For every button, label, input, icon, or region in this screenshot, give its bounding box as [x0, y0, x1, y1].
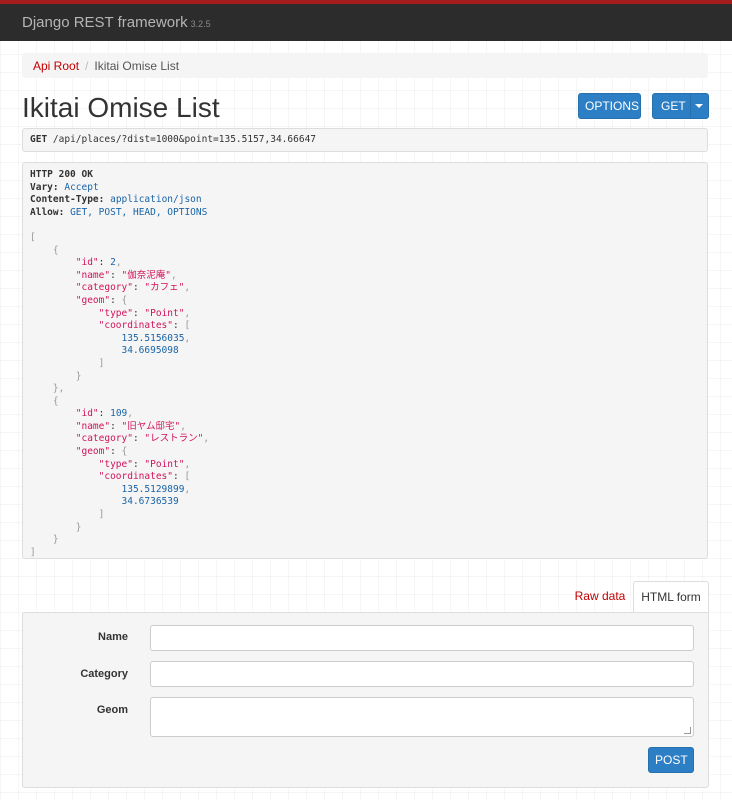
- get-dropdown-toggle[interactable]: [690, 94, 708, 118]
- page-title: Ikitai Omise List: [22, 92, 220, 123]
- tab-raw-data[interactable]: Raw data: [567, 581, 633, 612]
- response-status: HTTP 200 OK: [30, 169, 93, 180]
- header-value: Accept: [64, 181, 99, 193]
- brand-name: Django REST framework: [22, 14, 188, 31]
- json-value: "Point": [144, 458, 185, 470]
- json-value: 135.5129899: [121, 483, 185, 495]
- json-value: "Point": [144, 307, 185, 319]
- json-value: "カフェ": [144, 282, 185, 294]
- json-value: "旧ヤム邸宅": [121, 420, 181, 432]
- request-info: GET /api/places/?dist=1000&point=135.515…: [22, 128, 708, 152]
- get-button[interactable]: GET: [652, 93, 709, 119]
- json-key: "coordinates": [98, 320, 173, 332]
- json-value: 135.5156035: [121, 332, 185, 344]
- get-button-label: GET: [661, 99, 686, 113]
- json-key: "id": [75, 257, 99, 269]
- json-key: "category": [75, 282, 133, 294]
- json-value: "レストラン": [144, 433, 204, 445]
- json-key: "name": [75, 269, 111, 281]
- category-input[interactable]: [150, 661, 694, 687]
- breadcrumb-api-root[interactable]: Api Root: [33, 59, 79, 73]
- brand[interactable]: Django REST framework 3.2.5: [22, 14, 211, 31]
- request-method: GET: [30, 134, 48, 145]
- tab-html-form[interactable]: HTML form: [633, 581, 709, 613]
- json-key: "id": [75, 408, 99, 420]
- version-label: 3.2.5: [190, 19, 211, 29]
- json-value: 34.6736539: [121, 496, 179, 508]
- name-input[interactable]: [150, 625, 694, 651]
- header-value: application/json: [110, 194, 202, 206]
- header-name: Allow:: [30, 206, 65, 218]
- header-value: GET, POST, HEAD, OPTIONS: [70, 206, 208, 218]
- json-key: "category": [75, 433, 133, 445]
- json-key: "type": [98, 458, 133, 470]
- breadcrumb-current: Ikitai Omise List: [94, 59, 180, 73]
- breadcrumb-separator: /: [85, 59, 89, 73]
- json-key: "type": [98, 307, 133, 319]
- name-label: Name: [98, 631, 128, 643]
- json-value: 34.6695098: [121, 345, 179, 357]
- header-name: Content-Type:: [30, 194, 105, 206]
- post-button[interactable]: POST: [648, 747, 694, 773]
- json-key: "geom": [75, 446, 111, 458]
- json-value: 109: [110, 408, 128, 420]
- geom-textarea[interactable]: [150, 697, 694, 737]
- breadcrumb: Api Root / Ikitai Omise List: [22, 53, 708, 78]
- response-body: HTTP 200 OK Vary: Accept Content-Type: a…: [22, 162, 708, 559]
- chevron-down-icon: [695, 104, 703, 108]
- json-key: "name": [75, 420, 111, 432]
- resize-handle-icon[interactable]: [684, 727, 691, 734]
- geom-label: Geom: [96, 704, 128, 716]
- json-key: "coordinates": [98, 471, 173, 483]
- request-url: /api/places/?dist=1000&point=135.5157,34…: [52, 134, 317, 145]
- top-navbar: Django REST framework 3.2.5: [0, 0, 732, 41]
- category-label: Category: [80, 668, 128, 680]
- json-key: "geom": [75, 294, 111, 306]
- options-button[interactable]: OPTIONS: [578, 93, 641, 119]
- json-value: "伽奈泥庵": [121, 269, 171, 281]
- header-name: Vary:: [30, 181, 59, 193]
